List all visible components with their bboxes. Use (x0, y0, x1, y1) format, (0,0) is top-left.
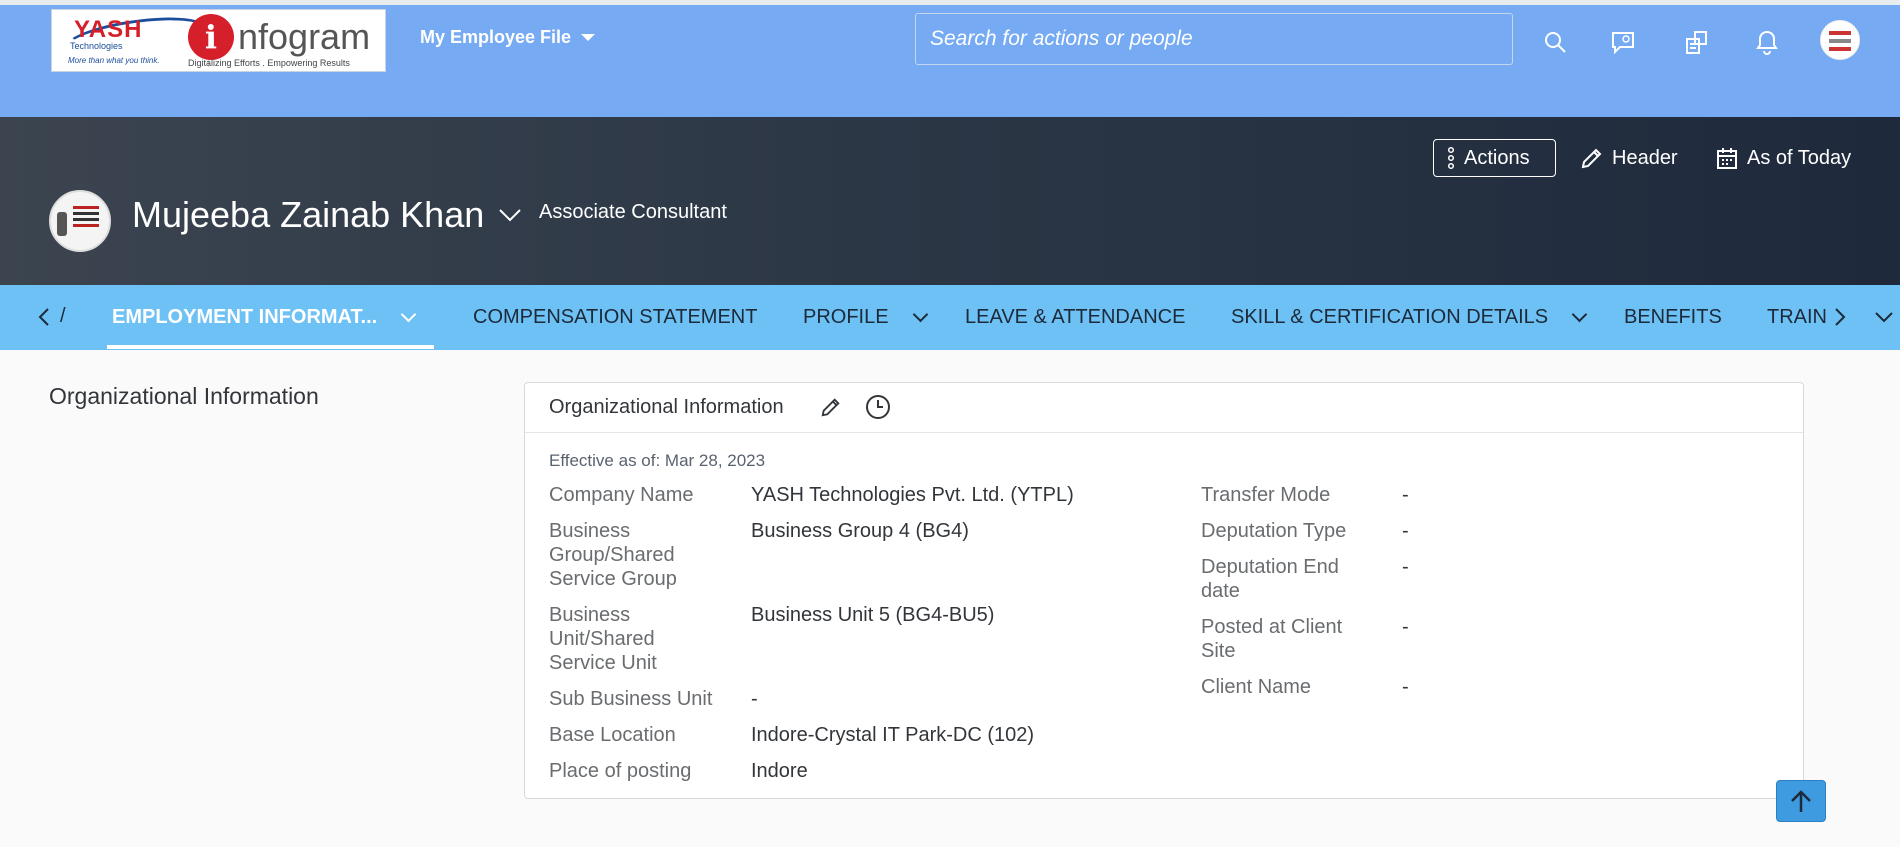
actions-label: Actions (1464, 146, 1530, 169)
scroll-to-top-button[interactable] (1776, 780, 1826, 822)
tab-label: BENEFITS (1624, 306, 1722, 328)
card-header: Organizational Information (525, 383, 1803, 433)
infogram-i-mark: i (188, 14, 234, 60)
field-label-business-group: Business Group/Shared Service Group (549, 520, 677, 590)
infogram-logo-tagline: Digitalizing Efforts . Empowering Result… (188, 58, 350, 68)
tab-employment-information[interactable]: EMPLOYMENT INFORMAT... (112, 285, 417, 350)
employee-job-title: Associate Consultant (539, 201, 727, 223)
avatar-lines (73, 206, 99, 209)
tabs-scroll-left-icon[interactable] (32, 305, 56, 329)
field-label-posted-at-client-site: Posted at Client Site (1201, 616, 1343, 662)
field-value-posted-at-client-site: - (1402, 616, 1409, 638)
tab-training[interactable]: TRAIN (1767, 285, 1827, 350)
yash-logo-word: YASH (74, 16, 143, 43)
tab-label: TRAIN (1767, 306, 1827, 328)
field-value-deputation-end-date: - (1402, 556, 1409, 578)
header-edit-button[interactable]: Header (1580, 139, 1678, 177)
field-value-business-unit: Business Unit 5 (BG4-BU5) (751, 604, 995, 626)
tab-label: COMPENSATION STATEMENT (473, 306, 758, 328)
field-value-client-name: - (1402, 676, 1409, 698)
field-label-deputation-type: Deputation Type (1201, 520, 1347, 542)
effective-date: Effective as of: Mar 28, 2023 (549, 451, 766, 470)
field-label-base-location: Base Location (549, 724, 676, 746)
field-value-sub-business-unit: - (751, 688, 758, 710)
tab-overflow-fragment: / (60, 305, 66, 327)
caret-down-icon (581, 34, 596, 41)
yash-logo-sub: Technologies (70, 41, 123, 51)
employee-header: Actions Header As of Today Mujeeba Zaina… (0, 117, 1900, 285)
app-menu-label: My Employee File (420, 27, 572, 47)
arrow-up-icon (1791, 790, 1811, 812)
card-title: Organizational Information (549, 396, 784, 418)
shell-bar: YASH Technologies More than what you thi… (0, 5, 1900, 117)
tab-skill-certification-details[interactable]: SKILL & CERTIFICATION DETAILS (1231, 285, 1588, 350)
employee-name: Mujeeba Zainab Khan (132, 194, 485, 235)
tab-label: EMPLOYMENT INFORMAT... (112, 306, 378, 328)
tabs-scroll-right-icon[interactable] (1828, 305, 1852, 329)
yash-logo: YASH Technologies More than what you thi… (56, 10, 210, 67)
field-value-base-location: Indore-Crystal IT Park-DC (102) (751, 724, 1035, 746)
chevron-down-icon (1571, 306, 1588, 323)
infogram-logo-word: nfogram (238, 16, 371, 57)
more-vertical-icon (1447, 146, 1455, 170)
tab-profile[interactable]: PROFILE (803, 285, 928, 350)
field-label-business-unit: Business Unit/Shared Service Unit (549, 604, 657, 674)
field-label-place-of-posting: Place of posting (549, 760, 692, 782)
as-of-today-button[interactable]: As of Today (1715, 139, 1851, 177)
as-of-label: As of Today (1747, 146, 1852, 169)
field-label-sub-business-unit: Sub Business Unit (549, 688, 713, 710)
tab-label: LEAVE & ATTENDANCE (965, 306, 1186, 328)
pencil-icon (1581, 148, 1602, 169)
org-chart-icon[interactable] (1681, 27, 1711, 57)
section-title: Organizational Information (49, 383, 319, 409)
tab-benefits[interactable]: BENEFITS (1624, 285, 1722, 350)
chevron-down-icon (400, 306, 417, 323)
calendar-icon (1717, 148, 1737, 169)
field-label-deputation-end-date: Deputation End date (1201, 556, 1339, 602)
app-menu-button[interactable]: My Employee File (420, 27, 596, 48)
search-icon[interactable] (1540, 27, 1570, 57)
user-avatar[interactable] (1820, 20, 1860, 60)
header-label: Header (1612, 146, 1678, 169)
yash-logo-tagline: More than what you think. (68, 56, 160, 65)
field-label-client-name: Client Name (1201, 676, 1312, 698)
field-value-company-name: YASH Technologies Pvt. Ltd. (YTPL) (751, 484, 1074, 506)
actions-button[interactable]: Actions (1433, 139, 1556, 177)
bell-icon[interactable] (1752, 27, 1782, 57)
field-label-transfer-mode: Transfer Mode (1201, 484, 1331, 506)
employee-name-dropdown[interactable]: Mujeeba Zainab Khan (132, 194, 522, 236)
tabs-overflow-menu-icon[interactable] (1872, 305, 1896, 329)
chevron-down-icon (499, 209, 521, 222)
tab-label: SKILL & CERTIFICATION DETAILS (1231, 306, 1549, 328)
avatar-figure (57, 212, 67, 236)
field-value-deputation-type: - (1402, 520, 1409, 542)
chevron-down-icon (912, 306, 928, 323)
tab-leave-attendance[interactable]: LEAVE & ATTENDANCE (965, 285, 1185, 350)
search-input[interactable] (915, 13, 1513, 65)
chat-icon[interactable] (1608, 27, 1638, 57)
history-clock-icon[interactable] (865, 394, 891, 420)
field-value-place-of-posting: Indore (751, 760, 808, 782)
field-label-company-name: Company Name (549, 484, 694, 506)
field-value-business-group: Business Group 4 (BG4) (751, 520, 969, 542)
tab-compensation-statement[interactable]: COMPENSATION STATEMENT (473, 285, 757, 350)
employee-avatar[interactable] (49, 190, 111, 252)
organizational-information-card: Organizational Information Effective as … (524, 382, 1804, 799)
section-tab-bar: / EMPLOYMENT INFORMAT... COMPENSATION ST… (0, 285, 1900, 350)
tab-label: PROFILE (803, 306, 889, 328)
edit-pencil-icon[interactable] (818, 394, 844, 420)
field-value-transfer-mode: - (1402, 484, 1409, 506)
company-logo[interactable]: YASH Technologies More than what you thi… (51, 9, 386, 72)
active-tab-indicator (107, 345, 434, 349)
